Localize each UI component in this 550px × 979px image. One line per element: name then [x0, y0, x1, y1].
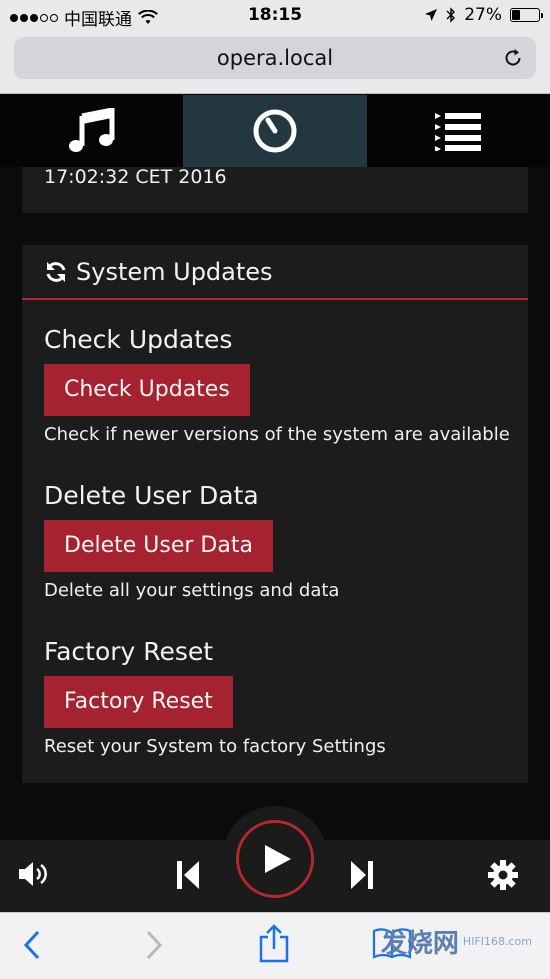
- play-button[interactable]: [236, 820, 314, 898]
- url-text: opera.local: [216, 46, 334, 70]
- browser-toolbar: opera.local: [0, 30, 550, 94]
- delete-user-data-section: Delete User Data Delete User Data Delete…: [44, 481, 339, 601]
- check-updates-section: Check Updates Check Updates Check if new…: [44, 325, 510, 445]
- dial-knob-icon: [253, 109, 297, 153]
- check-updates-button[interactable]: Check Updates: [44, 364, 250, 416]
- factory-reset-section: Factory Reset Factory Reset Reset your S…: [44, 637, 386, 757]
- bluetooth-icon: [446, 7, 456, 23]
- volume-icon[interactable]: [18, 860, 50, 888]
- watermark: 发烧网 HIFI168.com: [381, 923, 532, 960]
- music-note-icon: [68, 108, 115, 152]
- delete-user-data-description: Delete all your settings and data: [44, 580, 340, 601]
- delete-user-data-heading: Delete User Data: [44, 481, 259, 510]
- status-right-group: 27%: [424, 5, 543, 25]
- share-icon[interactable]: [258, 923, 290, 963]
- factory-reset-description: Reset your System to factory Settings: [44, 736, 386, 757]
- system-date: 17:02:32 CET 2016: [44, 167, 227, 188]
- watermark-text: 发烧网: [380, 929, 459, 959]
- location-arrow-icon: [425, 9, 438, 21]
- system-info-card: 17:02:32 CET 2016: [22, 167, 528, 213]
- address-bar[interactable]: opera.local: [14, 37, 536, 79]
- check-updates-heading: Check Updates: [44, 325, 233, 354]
- reload-icon[interactable]: [502, 47, 524, 69]
- tab-playlist[interactable]: [367, 95, 550, 167]
- settings-gear-icon[interactable]: [488, 860, 518, 890]
- system-updates-card: System Updates Check Updates Check Updat…: [22, 245, 528, 783]
- refresh-icon: [46, 261, 66, 282]
- playlist-icon: [435, 113, 482, 151]
- check-updates-description: Check if newer versions of the system ar…: [44, 424, 510, 445]
- next-track-icon[interactable]: [350, 860, 374, 890]
- battery-icon: [510, 8, 543, 22]
- tab-library[interactable]: [0, 95, 183, 167]
- top-nav: [0, 95, 550, 167]
- settings-content[interactable]: 17:02:32 CET 2016 System Updates Check U…: [0, 167, 550, 840]
- previous-track-icon[interactable]: [176, 860, 200, 890]
- safari-toolbar: 发烧网 HIFI168.com: [0, 912, 550, 979]
- forward-icon[interactable]: [144, 929, 164, 961]
- play-icon: [264, 845, 291, 873]
- factory-reset-heading: Factory Reset: [44, 637, 214, 666]
- delete-user-data-button[interactable]: Delete User Data: [44, 520, 273, 572]
- tab-settings[interactable]: [183, 95, 367, 167]
- back-icon[interactable]: [22, 929, 42, 961]
- watermark-domain: HIFI168.com: [462, 935, 532, 948]
- ios-status-bar: 中国联通 18:15 27%: [0, 0, 550, 30]
- system-updates-title: System Updates: [76, 257, 273, 286]
- battery-percent: 27%: [464, 5, 502, 25]
- system-updates-header: System Updates: [22, 245, 528, 300]
- factory-reset-button[interactable]: Factory Reset: [44, 676, 233, 728]
